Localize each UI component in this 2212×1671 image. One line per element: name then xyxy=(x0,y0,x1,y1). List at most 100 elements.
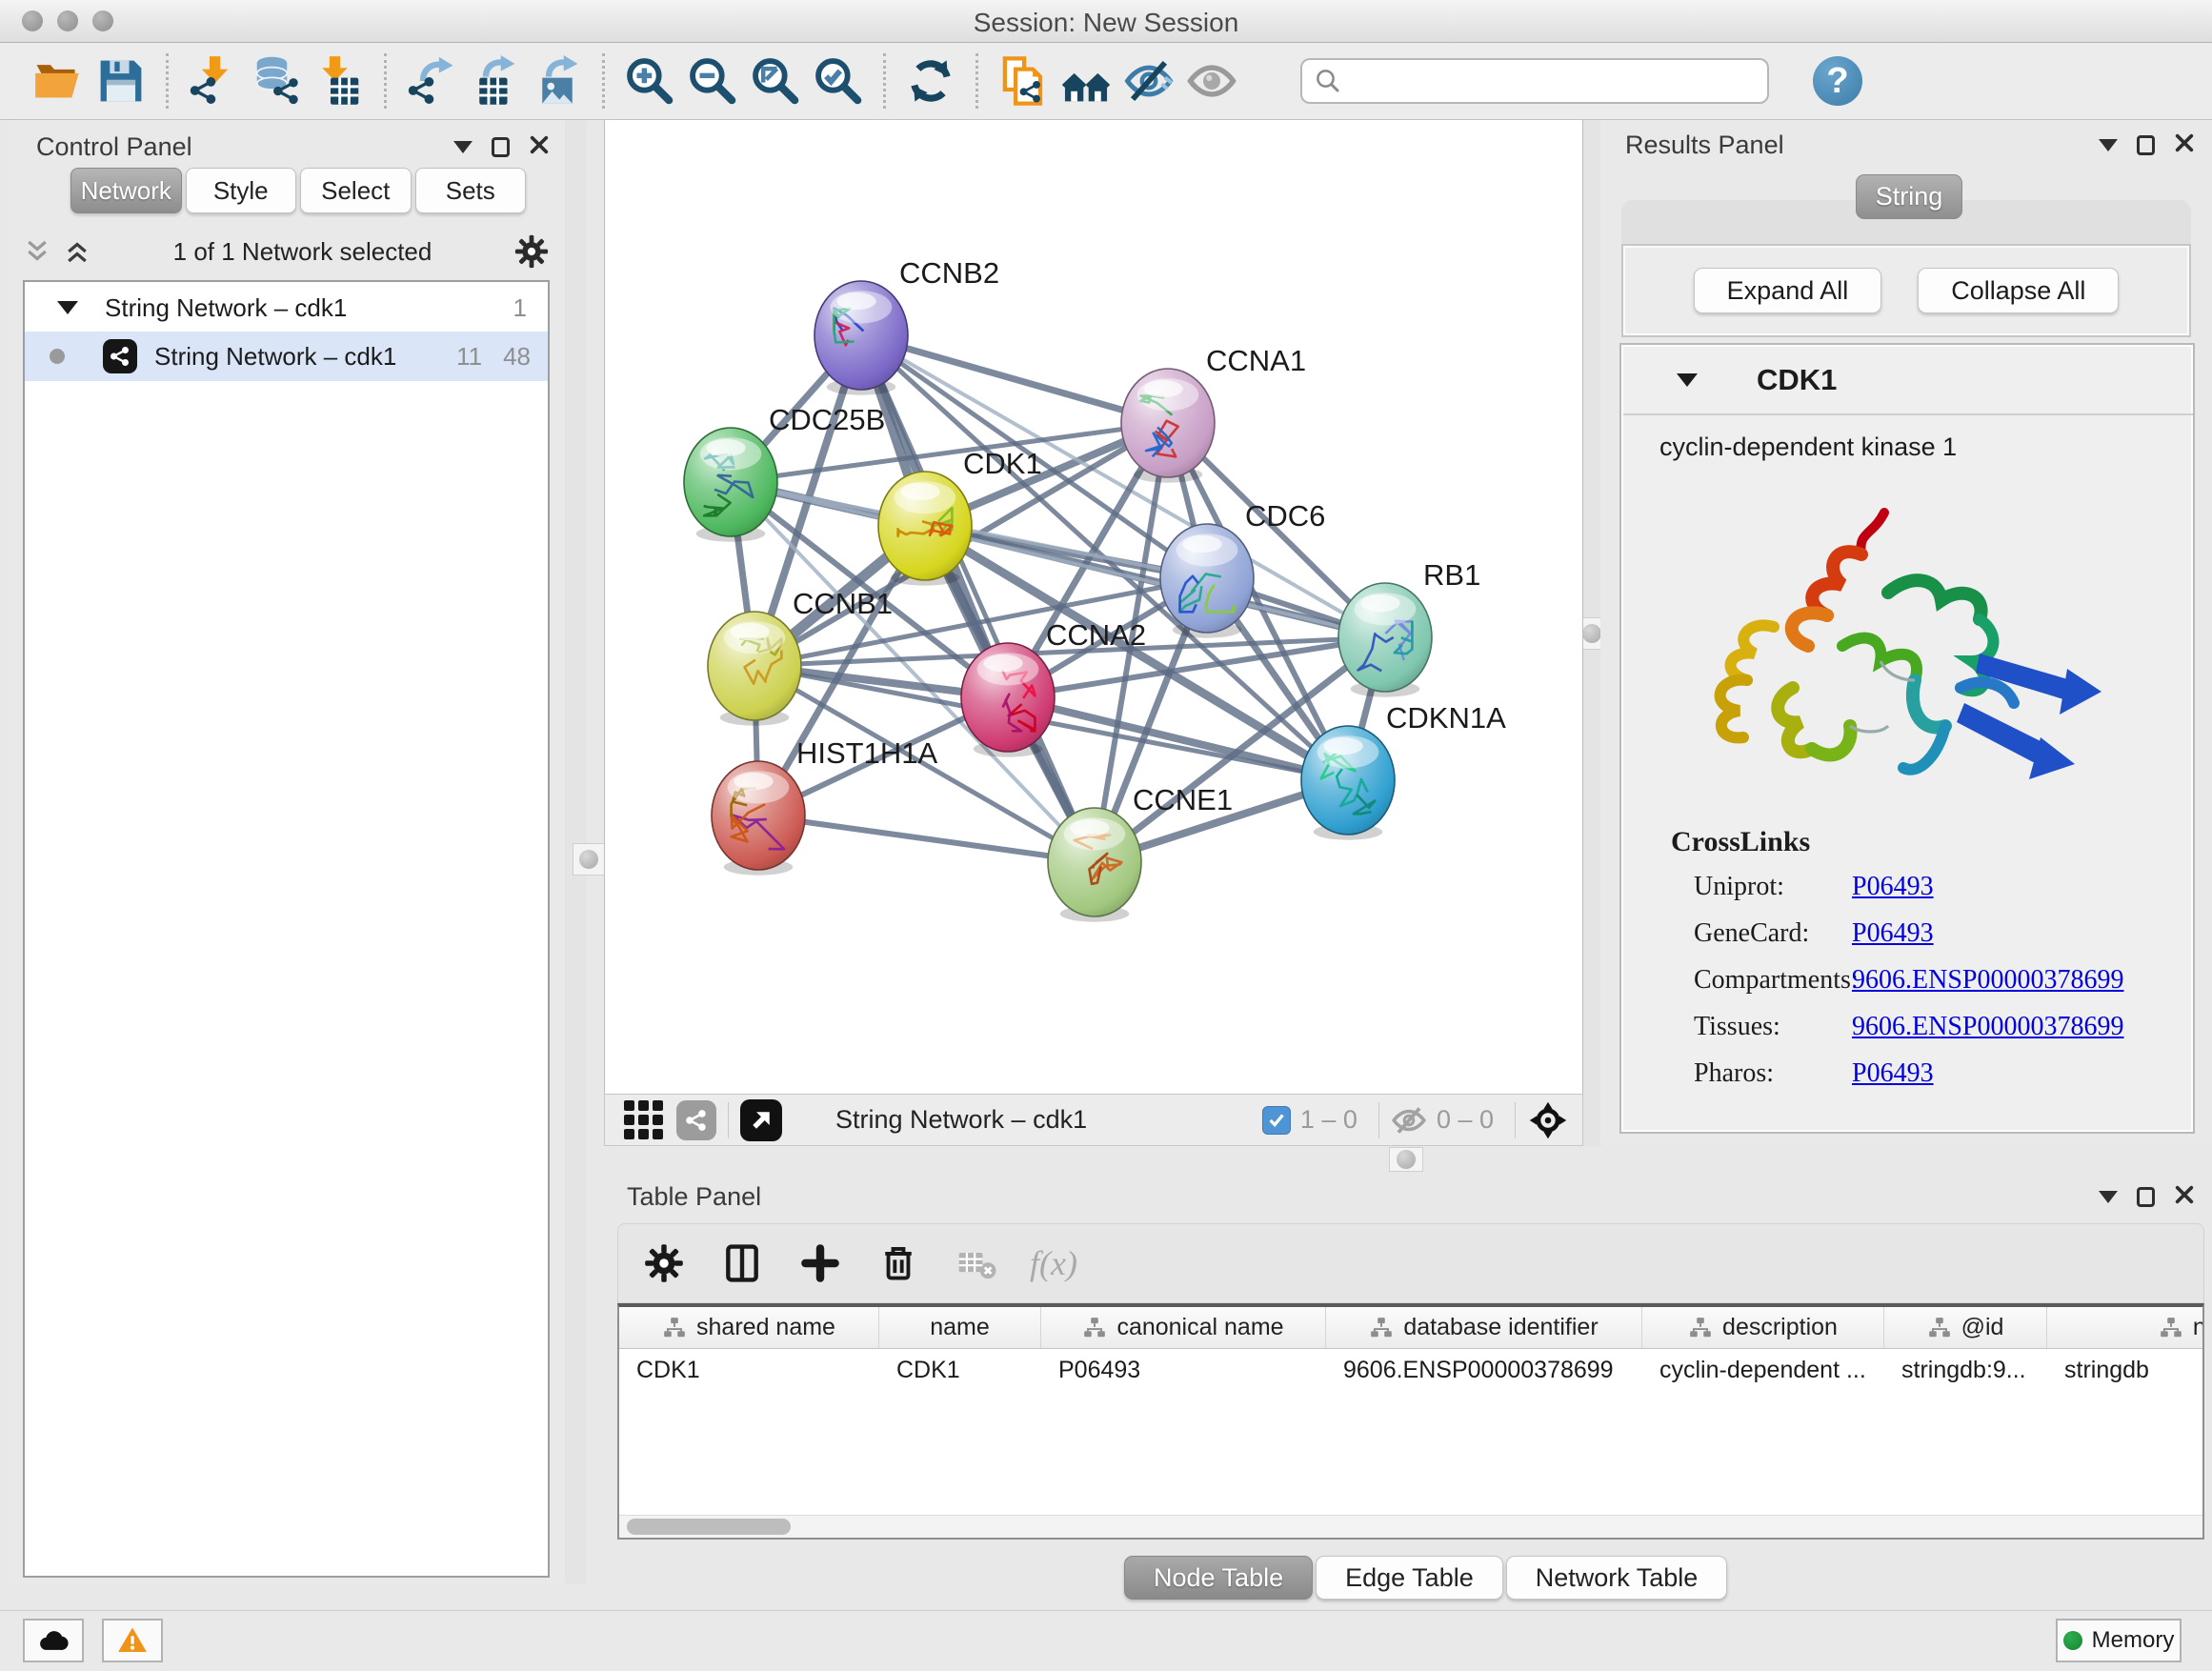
first-neighbors-button[interactable] xyxy=(1055,50,1117,111)
network-node-HIST1H1A[interactable] xyxy=(712,761,805,876)
panel-float-icon[interactable] xyxy=(2137,1187,2155,1207)
table-cell[interactable]: CDK1 xyxy=(619,1349,879,1391)
import-network-from-file-button[interactable] xyxy=(182,50,245,111)
scrollbar-thumb[interactable] xyxy=(627,1519,791,1535)
delete-table-button[interactable] xyxy=(952,1238,1001,1288)
tab-string[interactable]: String xyxy=(1856,174,1962,219)
export-table-button[interactable] xyxy=(463,50,526,111)
zoom-out-button[interactable] xyxy=(681,50,744,111)
panel-float-icon[interactable] xyxy=(492,137,510,157)
network-node-CCNB1[interactable] xyxy=(708,612,801,726)
add-column-button[interactable] xyxy=(795,1238,845,1288)
column-header-database-identifier[interactable]: database identifier xyxy=(1326,1307,1642,1348)
crosslink-link[interactable]: 9606.ENSP00000378699 xyxy=(1852,1012,2123,1042)
network-node-CCNA1[interactable] xyxy=(1121,369,1215,483)
panel-collapse-icon[interactable] xyxy=(2099,1191,2118,1203)
copy-network-to-clipboard-button[interactable] xyxy=(992,50,1055,111)
crosslink-link[interactable]: 9606.ENSP00000378699 xyxy=(1852,965,2123,996)
bottom-splitter-handle[interactable] xyxy=(1389,1147,1423,1172)
panel-close-icon[interactable] xyxy=(2174,1184,2195,1210)
crosslink-link[interactable]: P06493 xyxy=(1852,872,1934,902)
card-expander-icon[interactable] xyxy=(1677,373,1698,387)
network-node-CCNE1[interactable] xyxy=(1048,808,1141,922)
crosslink-link[interactable]: P06493 xyxy=(1852,918,1934,949)
column-header-canonical-name[interactable]: canonical name xyxy=(1041,1307,1326,1348)
zoom-fit-button[interactable] xyxy=(744,50,807,111)
zoom-fit-icon xyxy=(750,55,801,107)
save-session-button[interactable] xyxy=(90,50,152,111)
left-splitter-handle[interactable] xyxy=(573,843,605,876)
table-cell[interactable]: CDK1 xyxy=(879,1349,1041,1391)
network-node-CCNB2[interactable] xyxy=(814,281,908,395)
open-session-button[interactable] xyxy=(27,50,90,111)
help-button[interactable]: ? xyxy=(1813,56,1862,106)
zoom-selected-button[interactable] xyxy=(807,50,870,111)
table-cell[interactable]: P06493 xyxy=(1041,1349,1326,1391)
show-all-button[interactable] xyxy=(1180,50,1243,111)
refresh-icon xyxy=(905,55,956,107)
panel-collapse-icon[interactable] xyxy=(453,141,473,153)
export-network-button[interactable] xyxy=(400,50,463,111)
import-network-from-database-button[interactable] xyxy=(245,50,308,111)
network-node-CDKN1A[interactable] xyxy=(1301,726,1395,840)
column-header-namespace[interactable]: namespace xyxy=(2047,1307,2204,1348)
tab-select[interactable]: Select xyxy=(300,168,412,213)
crosslink-label: GeneCard: xyxy=(1671,918,1852,949)
network-canvas[interactable]: CCNB2CCNA1CDC25BCDK1CDC6RB1CCNB1CCNA2CDK… xyxy=(604,120,1583,1094)
export-image-button[interactable] xyxy=(526,50,589,111)
memory-status-dot xyxy=(2063,1631,2082,1650)
warnings-button[interactable] xyxy=(102,1619,163,1662)
zoom-in-button[interactable] xyxy=(618,50,681,111)
table-settings-button[interactable] xyxy=(639,1238,689,1288)
panel-close-icon[interactable] xyxy=(2174,132,2195,158)
table-cell[interactable]: stringdb:9... xyxy=(1884,1349,2047,1391)
panel-close-icon[interactable] xyxy=(529,134,550,160)
delete-column-button[interactable] xyxy=(874,1238,923,1288)
tab-network[interactable]: Network xyxy=(70,168,182,213)
selected-checkbox-icon[interactable] xyxy=(1262,1106,1291,1135)
hide-selected-button[interactable] xyxy=(1117,50,1180,111)
column-header-shared-name[interactable]: shared name xyxy=(619,1307,879,1348)
crosslinks-title: CrossLinks xyxy=(1671,826,2166,858)
panel-float-icon[interactable] xyxy=(2137,135,2155,155)
grid-view-icon[interactable] xyxy=(624,1100,663,1139)
network-node-CDC25B[interactable] xyxy=(684,428,777,542)
show-columns-button[interactable] xyxy=(717,1238,767,1288)
birdseye-view-icon[interactable] xyxy=(740,1099,782,1141)
protein-card-header[interactable]: CDK1 xyxy=(1623,347,2193,415)
table-horizontal-scrollbar[interactable] xyxy=(619,1515,2202,1538)
table-cell[interactable]: cyclin-dependent ... xyxy=(1642,1349,1884,1391)
network-collection-row[interactable]: String Network – cdk1 1 xyxy=(25,284,548,332)
column-header-description[interactable]: description xyxy=(1642,1307,1884,1348)
tab-network-table[interactable]: Network Table xyxy=(1506,1556,1728,1600)
column-header-name[interactable]: name xyxy=(879,1307,1041,1348)
function-builder-button[interactable]: f(x) xyxy=(1030,1243,1077,1283)
crosslink-link[interactable]: P06493 xyxy=(1852,1058,1934,1089)
expand-all-button[interactable]: Expand All xyxy=(1694,268,1882,313)
memory-button[interactable]: Memory xyxy=(2056,1619,2182,1662)
collapse-all-icon[interactable] xyxy=(23,237,51,266)
search-input[interactable] xyxy=(1352,67,1756,96)
column-header--id[interactable]: @id xyxy=(1884,1307,2047,1348)
table-cell[interactable]: stringdb xyxy=(2047,1349,2204,1391)
tab-edge-table[interactable]: Edge Table xyxy=(1316,1556,1503,1600)
network-edge[interactable] xyxy=(758,815,1095,862)
tree-expander-icon[interactable] xyxy=(57,301,78,314)
refresh-view-button[interactable] xyxy=(899,50,962,111)
cloud-status-button[interactable] xyxy=(23,1619,84,1662)
expand-all-icon[interactable] xyxy=(63,237,91,266)
panel-collapse-icon[interactable] xyxy=(2099,139,2118,151)
table-row[interactable]: CDK1CDK1P064939606.ENSP00000378699cyclin… xyxy=(619,1349,2202,1391)
network-edge[interactable] xyxy=(861,335,1095,862)
import-table-from-file-button[interactable] xyxy=(308,50,371,111)
string-view-icon[interactable] xyxy=(676,1100,716,1140)
tab-style[interactable]: Style xyxy=(186,168,297,213)
tab-node-table[interactable]: Node Table xyxy=(1124,1556,1313,1600)
tab-sets[interactable]: Sets xyxy=(415,168,527,213)
collapse-all-button[interactable]: Collapse All xyxy=(1918,268,2119,313)
fit-selected-crosshair-icon[interactable] xyxy=(1527,1099,1569,1141)
network-node-RB1[interactable] xyxy=(1338,583,1432,697)
network-row-selected[interactable]: String Network – cdk1 11 48 xyxy=(25,332,548,381)
table-cell[interactable]: 9606.ENSP00000378699 xyxy=(1326,1349,1642,1391)
gear-icon[interactable] xyxy=(513,233,550,270)
